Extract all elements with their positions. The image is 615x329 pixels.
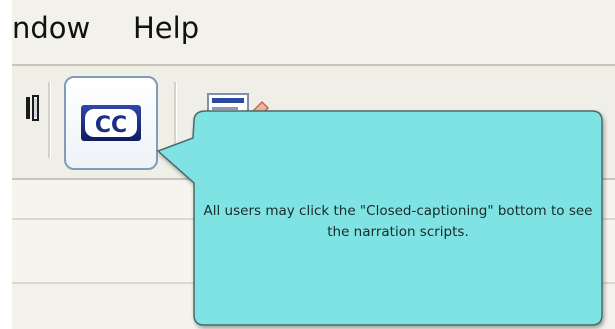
closed-captioning-icon: CC bbox=[81, 105, 141, 141]
tutorial-screenshot: ndow Help CC All users may click the "Cl… bbox=[0, 0, 615, 329]
closed-captioning-button[interactable]: CC bbox=[64, 76, 158, 170]
menu-bar: ndow Help bbox=[12, 0, 615, 66]
callout-message: All users may click the "Closed-captioni… bbox=[203, 203, 593, 240]
toolbar: CC bbox=[12, 66, 615, 180]
menu-help[interactable]: Help bbox=[133, 11, 199, 45]
narration-script-icon[interactable] bbox=[200, 86, 272, 138]
toolbar-separator bbox=[48, 82, 51, 158]
toolbar-separator bbox=[174, 82, 177, 158]
svg-text:CC: CC bbox=[95, 113, 127, 138]
toolbar-partial-icon[interactable] bbox=[26, 94, 40, 122]
panel-row bbox=[12, 284, 615, 329]
menu-window[interactable]: ndow bbox=[12, 11, 90, 45]
